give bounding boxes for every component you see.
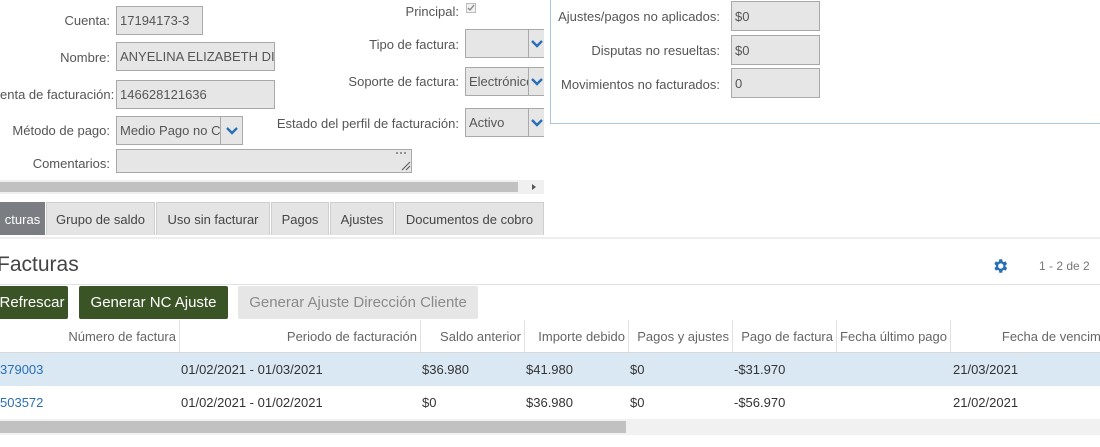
chevron-down-icon (530, 77, 543, 86)
form-horizontal-scrollbar[interactable] (0, 180, 544, 194)
metodo-pago-dropdown-button[interactable] (220, 116, 243, 145)
disputas-field[interactable]: $0 (731, 35, 820, 65)
pago-factura-cell: -$31.970 (734, 362, 786, 377)
chevron-down-icon (530, 118, 543, 127)
col-fecha-vencimiento[interactable]: Fecha de vencimie (951, 320, 1100, 353)
nombre-field[interactable]: ANYELINA ELIZABETH DIA (116, 42, 275, 71)
scrollbar-thumb[interactable] (0, 182, 518, 192)
toolbar-divider (0, 284, 1100, 285)
summary-panel: Ajustes/pagos no aplicados: $0 Disputas … (550, 0, 1100, 124)
tab-ajustes[interactable]: Ajustes (330, 202, 394, 235)
disputas-label: Disputas no resueltas: (591, 43, 720, 58)
tab-pagos[interactable]: Pagos (271, 202, 329, 235)
invoice-number-link[interactable]: 503572 (0, 386, 43, 419)
estado-perfil-select[interactable]: Activo (465, 108, 529, 137)
gear-icon[interactable] (991, 257, 1009, 275)
tipo-factura-label: Tipo de factura: (369, 37, 459, 52)
tipo-factura-select[interactable] (465, 29, 529, 58)
tipo-factura-dropdown-button[interactable] (528, 29, 544, 58)
tab-uso-sin-facturar[interactable]: Uso sin facturar (156, 202, 270, 235)
col-pago-factura[interactable]: Pago de factura (733, 320, 837, 353)
importe-debido-cell: $36.980 (526, 395, 573, 410)
col-fecha-ultimo-pago[interactable]: Fecha último pago (837, 320, 951, 353)
cuenta-label: Cuenta: (64, 13, 110, 28)
table-row[interactable]: 503572 01/02/2021 - 01/02/2021 $0 $36.98… (0, 386, 1100, 419)
saldo-anterior-cell: $36.980 (422, 362, 469, 377)
cuenta-field[interactable]: 17194173-3 (116, 6, 203, 35)
pagos-ajustes-cell: $0 (630, 395, 645, 410)
col-importe-debido[interactable]: Importe debido (525, 320, 629, 353)
chevron-down-icon (530, 39, 543, 48)
generar-nc-ajuste-button[interactable]: Generar NC Ajuste (79, 286, 228, 319)
arrow-right-icon[interactable] (530, 183, 538, 191)
refresh-button[interactable]: Refrescar (0, 286, 68, 319)
tab-documentos-cobro[interactable]: Documentos de cobro (395, 202, 544, 235)
movimientos-field[interactable]: 0 (731, 68, 820, 98)
resize-handle-icon[interactable] (400, 160, 411, 171)
dots-icon (396, 152, 406, 154)
table-horizontal-scrollbar[interactable] (0, 419, 1100, 435)
cuenta-facturacion-field[interactable]: 146628121636 (116, 80, 275, 109)
table-row[interactable]: 379003 01/02/2021 - 01/03/2021 $36.980 $… (0, 353, 1100, 386)
col-saldo-anterior[interactable]: Saldo anterior (421, 320, 525, 353)
pago-factura-cell: -$56.970 (734, 395, 786, 410)
cuenta-facturacion-label: enta de facturación: (0, 87, 115, 102)
comentarios-textarea[interactable] (116, 149, 412, 173)
estado-perfil-label: Estado del perfil de facturación: (276, 116, 459, 131)
tabs-divider (0, 237, 1100, 239)
tab-grupo-saldo[interactable]: Grupo de saldo (46, 202, 155, 235)
periodo-cell: 01/02/2021 - 01/02/2021 (181, 395, 323, 410)
fecha-vencimiento-cell: 21/02/2021 (953, 395, 1019, 410)
comentarios-label: Comentarios: (32, 156, 110, 171)
pagination-info: 1 - 2 de 2 (1039, 259, 1090, 273)
principal-checkbox[interactable] (466, 3, 476, 13)
soporte-factura-select[interactable]: Electrónico (465, 67, 529, 96)
periodo-cell: 01/02/2021 - 01/03/2021 (181, 362, 323, 377)
scrollbar-thumb[interactable] (0, 421, 626, 433)
saldo-anterior-cell: $0 (422, 395, 437, 410)
col-pagos-ajustes[interactable]: Pagos y ajustes (629, 320, 733, 353)
movimientos-label: Movimientos no facturados: (561, 77, 720, 92)
soporte-factura-dropdown-button[interactable] (528, 67, 544, 96)
col-numero-factura[interactable]: Número de factura (0, 320, 180, 353)
estado-perfil-dropdown-button[interactable] (528, 108, 544, 137)
fecha-vencimiento-cell: 21/03/2021 (953, 362, 1019, 377)
col-periodo-facturacion[interactable]: Periodo de facturación (180, 320, 421, 353)
importe-debido-cell: $41.980 (526, 362, 573, 377)
invoice-number-link[interactable]: 379003 (0, 353, 43, 386)
metodo-pago-label: Método de pago: (12, 123, 110, 138)
check-icon (467, 4, 475, 12)
principal-label: Principal: (405, 4, 459, 19)
section-title: Facturas (0, 253, 79, 276)
ajustes-field[interactable]: $0 (731, 1, 820, 31)
tab-facturas[interactable]: cturas (0, 202, 45, 235)
chevron-down-icon (225, 126, 238, 135)
generar-ajuste-direccion-button[interactable]: Generar Ajuste Dirección Cliente (238, 286, 478, 319)
ajustes-label: Ajustes/pagos no aplicados: (558, 9, 720, 24)
metodo-pago-select[interactable]: Medio Pago no C (116, 116, 221, 145)
nombre-label: Nombre: (60, 50, 110, 65)
soporte-factura-label: Soporte de factura: (348, 74, 459, 89)
pagos-ajustes-cell: $0 (630, 362, 645, 377)
